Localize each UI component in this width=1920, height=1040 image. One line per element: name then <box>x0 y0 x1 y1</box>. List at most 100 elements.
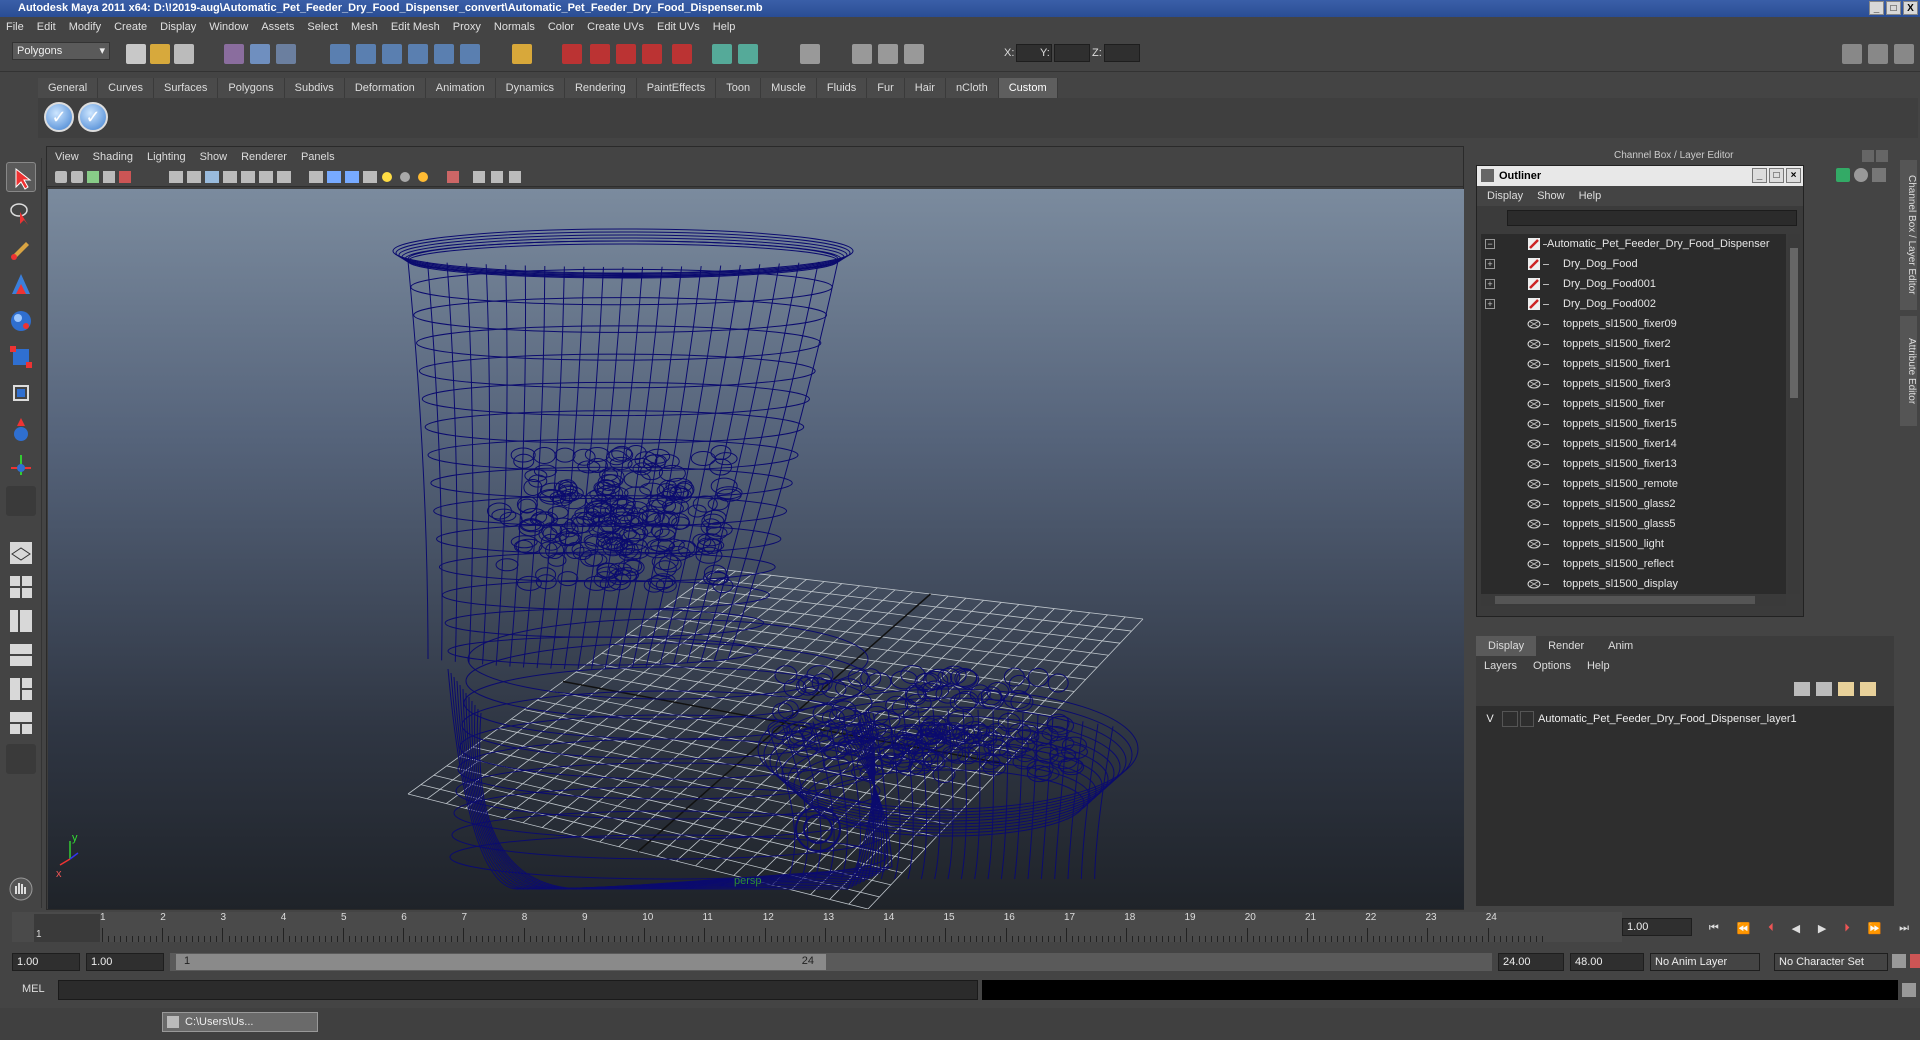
outliner-item[interactable]: toppets_sl1500_reflect <box>1481 554 1786 574</box>
channel-box-pin-icon[interactable] <box>1872 168 1886 182</box>
menu-window[interactable]: Window <box>209 21 248 33</box>
select-tool-icon[interactable] <box>6 162 36 192</box>
menuset-dropdown[interactable]: Polygons ▾ <box>12 42 110 60</box>
menu-proxy[interactable]: Proxy <box>453 21 481 33</box>
outliner-hscroll-thumb[interactable] <box>1495 596 1755 604</box>
shelf-tab-muscle[interactable]: Muscle <box>761 78 817 98</box>
snap-surface-icon[interactable] <box>434 44 454 64</box>
current-frame-field[interactable]: 1.00 <box>1622 918 1692 936</box>
tab-channel-box[interactable]: Channel Box / Layer Editor <box>1900 160 1917 310</box>
layout-hypershade-icon[interactable] <box>6 674 36 704</box>
layer-menu-options[interactable]: Options <box>1533 660 1571 672</box>
hypershade-icon[interactable] <box>672 44 692 64</box>
shelf-tab-deformation[interactable]: Deformation <box>344 78 426 98</box>
range-slider[interactable]: 1 24 <box>170 953 1492 971</box>
go-to-start-icon[interactable]: ⏮ <box>1709 922 1719 935</box>
close-button[interactable]: X <box>1903 1 1918 15</box>
new-layer-selected-icon[interactable] <box>1816 682 1832 696</box>
layer-visibility-toggle[interactable]: V <box>1482 710 1498 728</box>
expand-icon[interactable]: + <box>1485 279 1495 289</box>
outliner-item[interactable]: toppets_sl1500_fixer1 <box>1481 354 1786 374</box>
menu-modify[interactable]: Modify <box>69 21 101 33</box>
expand-icon[interactable]: + <box>1485 259 1495 269</box>
custom-shelf-button-2[interactable]: ✓ <box>78 102 108 132</box>
vp-menu-shading[interactable]: Shading <box>93 151 133 163</box>
input-ops-icon[interactable] <box>712 44 732 64</box>
layer-color-swatch[interactable] <box>1520 711 1534 727</box>
time-slider[interactable]: 1 2 3 4 5 6 7 8 9 10 11 12 13 14 15 16 17 18 19 20 21 22 23 24 … <box>12 912 1622 942</box>
layer-playback-toggle[interactable] <box>1502 711 1518 727</box>
step-forward-icon[interactable]: ⏩ <box>1868 922 1882 935</box>
viewport-toolbar-icons[interactable] <box>47 167 647 187</box>
outliner-item[interactable]: toppets_sl1500_fixer14 <box>1481 434 1786 454</box>
panel-layout-icon[interactable] <box>800 44 820 64</box>
tab-attribute-editor[interactable]: Attribute Editor <box>1900 316 1917 426</box>
menu-display[interactable]: Display <box>160 21 196 33</box>
vp-menu-show[interactable]: Show <box>200 151 228 163</box>
layout-graph-icon[interactable] <box>6 640 36 670</box>
snap-grid-icon[interactable] <box>330 44 350 64</box>
snap-curve-icon[interactable] <box>356 44 376 64</box>
shelf-tab-dynamics[interactable]: Dynamics <box>495 78 565 98</box>
menu-edit-mesh[interactable]: Edit Mesh <box>391 21 440 33</box>
xform-relative-icon[interactable] <box>878 44 898 64</box>
script-editor-icon[interactable] <box>1902 983 1916 997</box>
shelf-tab-curves[interactable]: Curves <box>98 78 154 98</box>
outliner-item[interactable]: toppets_sl1500_display <box>1481 574 1786 594</box>
layer-tab-render[interactable]: Render <box>1536 636 1596 656</box>
snap-point-icon[interactable] <box>382 44 402 64</box>
layout-single-icon[interactable] <box>6 538 36 568</box>
outliner-scroll-thumb[interactable] <box>1790 248 1798 398</box>
toggle-tool-settings-icon[interactable] <box>1868 44 1888 64</box>
float-panel-icon[interactable] <box>1862 150 1874 162</box>
outliner-item[interactable]: toppets_sl1500_fixer09 <box>1481 314 1786 334</box>
render-frame-icon[interactable] <box>590 44 610 64</box>
scale-tool-icon[interactable] <box>6 342 36 372</box>
manipulator-tool-icon[interactable] <box>6 378 36 408</box>
character-set-dropdown[interactable]: No Character Set <box>1774 953 1888 971</box>
shelf-tab-animation[interactable]: Animation <box>425 78 496 98</box>
outliner-vertical-scrollbar[interactable] <box>1788 234 1800 594</box>
menu-assets[interactable]: Assets <box>261 21 294 33</box>
shelf-tab-toon[interactable]: Toon <box>716 78 762 98</box>
toggle-channel-box-icon[interactable] <box>1894 44 1914 64</box>
shelf-tab-fur[interactable]: Fur <box>867 78 905 98</box>
toggle-attribute-editor-icon[interactable] <box>1842 44 1862 64</box>
layer-tab-display[interactable]: Display <box>1476 636 1537 656</box>
outliner-menu-show[interactable]: Show <box>1537 190 1565 202</box>
outliner-minimize-button[interactable]: _ <box>1752 168 1767 183</box>
shelf-tab-general[interactable]: General <box>38 78 99 98</box>
move-tool-icon[interactable] <box>6 270 36 300</box>
snap-view-icon[interactable] <box>460 44 480 64</box>
channel-box-mode-icon[interactable] <box>1836 168 1850 182</box>
step-forward-key-icon[interactable]: ⏵ <box>1844 922 1850 935</box>
outliner-item[interactable]: + Dry_Dog_Food002 <box>1481 294 1786 314</box>
command-language-label[interactable]: MEL <box>22 983 45 995</box>
outliner-item[interactable]: toppets_sl1500_remote <box>1481 474 1786 494</box>
shelf-tab-surfaces[interactable]: Surfaces <box>153 78 219 98</box>
anim-start-field[interactable]: 1.00 <box>12 953 80 971</box>
vp-menu-view[interactable]: View <box>55 151 79 163</box>
layer-name[interactable]: Automatic_Pet_Feeder_Dry_Food_Dispenser_… <box>1538 710 1797 728</box>
menu-file[interactable]: File <box>6 21 24 33</box>
shelf-tab-subdivs[interactable]: Subdivs <box>284 78 345 98</box>
outliner-item[interactable]: − Automatic_Pet_Feeder_Dry_Food_Dispenser <box>1481 234 1786 254</box>
minimized-window-button[interactable]: C:\Users\Us... <box>162 1012 318 1032</box>
show-manipulator-icon[interactable] <box>6 450 36 480</box>
menu-edit-uvs[interactable]: Edit UVs <box>657 21 700 33</box>
outliner-item[interactable]: + Dry_Dog_Food <box>1481 254 1786 274</box>
soft-modify-tool-icon[interactable] <box>6 414 36 444</box>
playback-start-field[interactable]: 1.00 <box>86 953 164 971</box>
collapse-icon[interactable]: − <box>1485 239 1495 249</box>
menu-mesh[interactable]: Mesh <box>351 21 378 33</box>
paint-select-tool-icon[interactable] <box>6 234 36 264</box>
playback-end-field[interactable]: 24.00 <box>1498 953 1564 971</box>
menu-create[interactable]: Create <box>114 21 147 33</box>
pet-feeder-mesh[interactable] <box>392 228 1139 890</box>
outliner-item[interactable]: toppets_sl1500_fixer13 <box>1481 454 1786 474</box>
current-frame-marker[interactable]: 1 <box>34 914 100 942</box>
minimize-button[interactable]: _ <box>1869 1 1884 15</box>
maximize-button[interactable]: □ <box>1886 1 1901 15</box>
new-empty-layer-icon[interactable] <box>1794 682 1810 696</box>
shelf-tab-polygons[interactable]: Polygons <box>218 78 285 98</box>
